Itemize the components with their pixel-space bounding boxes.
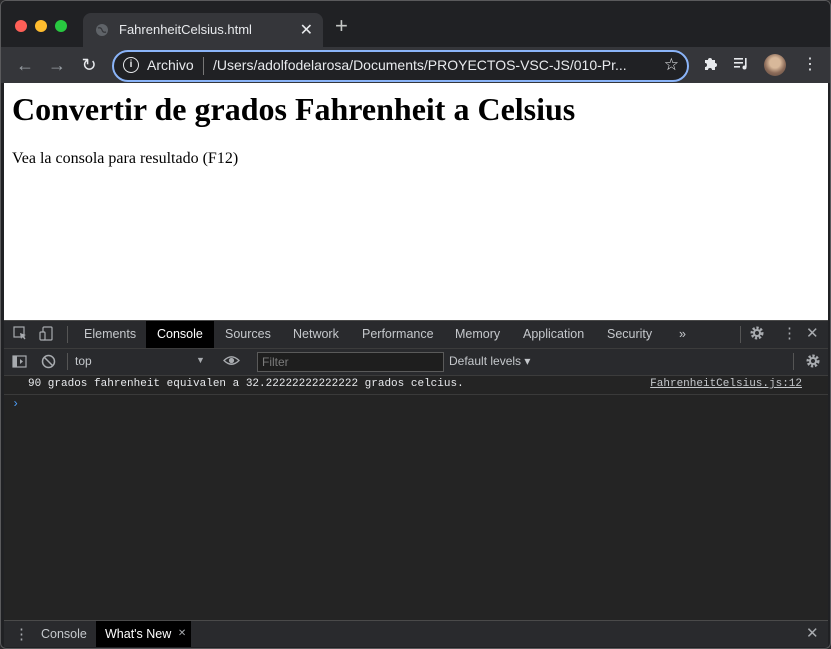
close-tab-icon[interactable]: ✕	[300, 20, 313, 40]
gear-icon[interactable]	[805, 353, 821, 372]
tab-sources[interactable]: Sources	[214, 321, 282, 348]
source-link[interactable]: FahrenheitCelsius.js:12	[650, 378, 802, 390]
back-button[interactable]: ←	[13, 53, 37, 77]
new-tab-button[interactable]: +	[335, 15, 348, 37]
inspect-element-icon[interactable]	[13, 326, 28, 344]
drawer-tab-whats-new[interactable]: What's New ✕	[96, 621, 192, 647]
browser-toolbar: ← → ↻ i Archivo /Users/adolfodelarosa/Do…	[1, 47, 830, 83]
devtools-separator	[67, 326, 68, 343]
toolbar-separator	[793, 353, 794, 370]
drawer-tab-console[interactable]: Console	[32, 621, 96, 647]
page-paragraph: Vea la consola para resultado (F12)	[12, 150, 239, 167]
browser-tab[interactable]: FahrenheitCelsius.html ✕	[83, 13, 323, 47]
close-devtools-icon[interactable]: ✕	[806, 324, 819, 342]
console-toolbar: top ▼ Filter Default levels ▾	[4, 349, 828, 376]
globe-icon	[95, 23, 109, 37]
minimize-window-button[interactable]	[35, 20, 47, 32]
scheme-label: Archivo	[147, 57, 194, 73]
devtools-menu-icon[interactable]: ⋮	[782, 324, 797, 342]
playlist-icon[interactable]	[733, 55, 749, 75]
tab-console[interactable]: Console	[146, 321, 214, 348]
browser-menu-icon[interactable]: ⋮	[802, 54, 818, 74]
devtools-separator	[740, 326, 741, 343]
page-viewport: Convertir de grados Fahrenheit a Celsius…	[4, 83, 828, 320]
page-heading: Convertir de grados Fahrenheit a Celsius	[12, 91, 576, 127]
profile-avatar[interactable]	[764, 54, 786, 76]
close-window-button[interactable]	[15, 20, 27, 32]
gear-icon[interactable]	[749, 325, 765, 344]
chevron-down-icon[interactable]: ▼	[196, 355, 205, 365]
info-icon[interactable]: i	[123, 57, 139, 73]
tab-elements[interactable]: Elements	[73, 321, 147, 348]
maximize-window-button[interactable]	[55, 20, 67, 32]
drawer-menu-icon[interactable]: ⋮	[14, 625, 29, 643]
forward-button[interactable]: →	[45, 53, 69, 77]
toolbar-separator	[67, 353, 68, 370]
browser-window: FahrenheitCelsius.html ✕ + ← → ↻ i Archi…	[0, 0, 831, 649]
devtools-drawer: ⋮ Console What's New ✕ ✕	[4, 620, 828, 647]
bookmark-star-icon[interactable]: ☆	[664, 55, 679, 75]
default-levels-dropdown[interactable]: Default levels ▾	[449, 354, 530, 368]
more-tabs-button[interactable]: »	[668, 321, 697, 348]
filter-input[interactable]: Filter	[257, 352, 444, 372]
tab-title: FahrenheitCelsius.html	[119, 22, 252, 37]
close-drawer-icon[interactable]: ✕	[806, 624, 819, 642]
puzzle-icon[interactable]	[703, 55, 719, 75]
tab-strip: FahrenheitCelsius.html ✕ +	[1, 1, 830, 47]
clear-console-icon[interactable]	[41, 354, 56, 372]
console-message: 90 grados fahrenheit equivalen a 32.2222…	[28, 378, 464, 390]
tab-memory[interactable]: Memory	[444, 321, 511, 348]
tab-performance[interactable]: Performance	[351, 321, 445, 348]
context-selector[interactable]: top	[75, 354, 92, 368]
devtools-panel: Elements Console Sources Network Perform…	[4, 320, 828, 647]
sidebar-toggle-icon[interactable]	[12, 354, 27, 372]
address-bar[interactable]: i Archivo /Users/adolfodelarosa/Document…	[112, 50, 689, 82]
tab-security[interactable]: Security	[596, 321, 663, 348]
close-icon[interactable]: ✕	[178, 621, 186, 647]
address-separator	[203, 57, 204, 75]
device-toolbar-icon[interactable]	[39, 326, 54, 344]
drawer-tab-label: What's New	[105, 627, 172, 641]
tab-application[interactable]: Application	[512, 321, 595, 348]
console-log-row: 90 grados fahrenheit equivalen a 32.2222…	[4, 375, 828, 395]
console-prompt[interactable]: ›	[12, 397, 19, 411]
eye-icon[interactable]	[223, 353, 240, 371]
reload-button[interactable]: ↻	[77, 53, 101, 77]
url-text[interactable]: /Users/adolfodelarosa/Documents/PROYECTO…	[213, 57, 627, 73]
devtools-tab-bar: Elements Console Sources Network Perform…	[4, 321, 828, 349]
tab-network[interactable]: Network	[282, 321, 350, 348]
